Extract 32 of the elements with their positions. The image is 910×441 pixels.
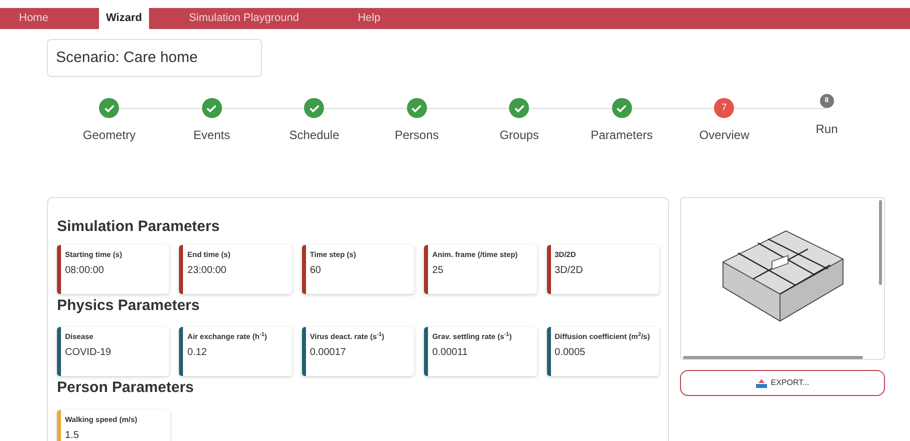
nav-tab[interactable]: Home (0, 8, 99, 29)
step-label[interactable]: Parameters (590, 126, 653, 144)
horizontal-scrollbar[interactable] (683, 356, 863, 359)
export-icon (756, 378, 767, 388)
parameter-value: 60 (310, 264, 322, 278)
section-title: Physics Parameters (57, 296, 201, 316)
parameter-value: 25 (432, 264, 444, 278)
nav-tab[interactable]: Help (339, 8, 399, 29)
vertical-scrollbar[interactable] (879, 200, 882, 285)
step-label[interactable]: Run (816, 120, 838, 138)
parameter-value: COVID-19 (65, 346, 112, 360)
parameter-value: 0.00011 (432, 346, 469, 360)
section-title: Simulation Parameters (57, 217, 221, 237)
section-title: Person Parameters (57, 378, 195, 398)
parameter-value: 0.0005 (554, 346, 586, 360)
parameter-value: 3D/2D (554, 264, 584, 278)
step-label[interactable]: Overview (699, 126, 750, 144)
nav-tab[interactable]: Wizard (99, 8, 149, 29)
nav-tab[interactable]: Simulation Playground (149, 8, 339, 29)
parameter-value: 1.5 (65, 428, 80, 441)
parameter-value: 0.00017 (310, 346, 347, 360)
export-button[interactable]: EXPORT... (680, 370, 885, 396)
step-number: 7 (714, 98, 734, 118)
scenario-title-card: Scenario: Care home (47, 39, 262, 77)
parameter-value: 23:00:00 (187, 264, 228, 278)
step-label[interactable]: Groups (500, 126, 539, 144)
step-label[interactable]: Persons (394, 126, 439, 144)
parameter-value: 0.12 (187, 346, 208, 360)
step-label[interactable]: Schedule (289, 126, 340, 144)
step-label[interactable]: Events (193, 126, 230, 144)
parameter-value: 08:00:00 (65, 264, 105, 278)
step-label[interactable]: Geometry (82, 126, 136, 144)
